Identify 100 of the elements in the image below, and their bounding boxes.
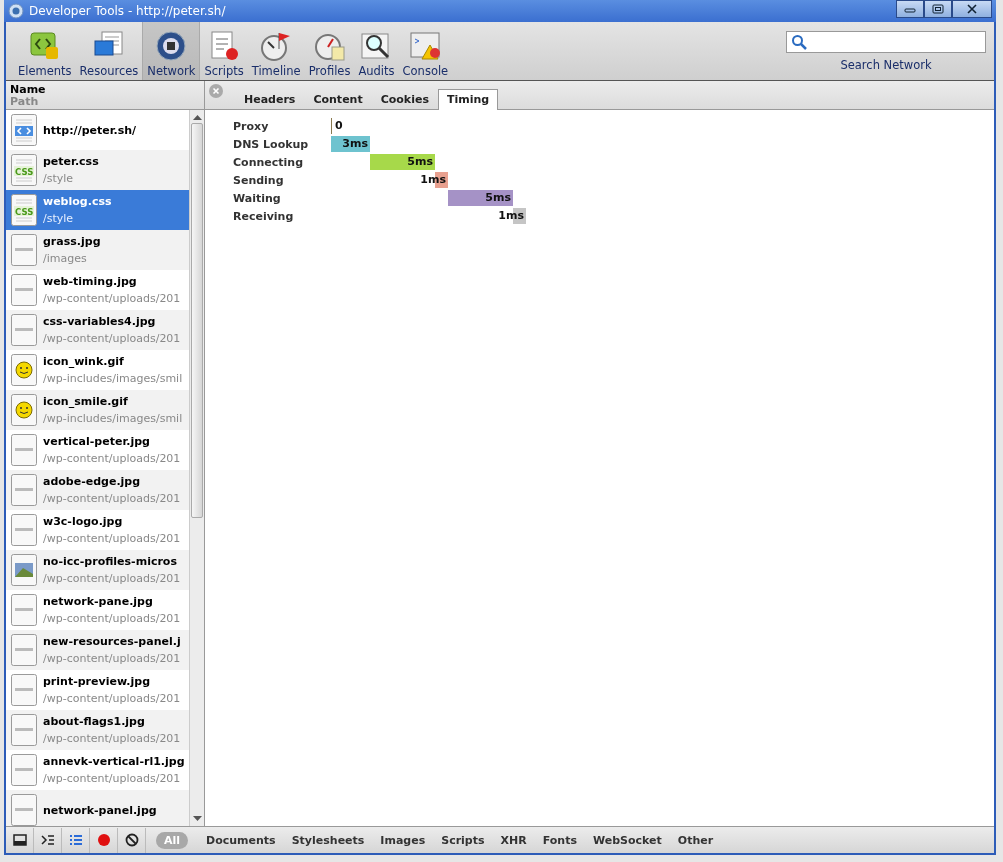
- timing-value: 3ms: [342, 137, 368, 150]
- resource-name: vertical-peter.jpg: [43, 435, 151, 448]
- maximize-button[interactable]: [924, 0, 952, 18]
- panel-tab[interactable]: Timeline: [247, 22, 305, 80]
- image-file-icon: [11, 314, 37, 346]
- filter-button[interactable]: Images: [372, 831, 434, 849]
- resource-path: /wp-content/uploads/201: [43, 572, 181, 585]
- panel-tab[interactable]: Scripts: [200, 22, 248, 80]
- resource-row[interactable]: css-variables4.jpg /wp-content/uploads/201: [6, 310, 189, 350]
- console-icon: [40, 833, 55, 847]
- detail-tab[interactable]: Timing: [437, 89, 499, 110]
- resource-path: /wp-content/uploads/201: [43, 332, 181, 345]
- resource-row[interactable]: CSS weblog.css /style: [6, 190, 189, 230]
- detail-tab[interactable]: Content: [304, 89, 372, 109]
- resource-row[interactable]: new-resources-panel.j /wp-content/uploads/201: [6, 630, 189, 670]
- scroll-down-icon: [192, 816, 202, 822]
- resource-name: network-panel.jpg: [43, 803, 157, 817]
- filter-button[interactable]: XHR: [492, 831, 535, 849]
- timing-value: 1ms: [420, 173, 446, 186]
- resource-name: http://peter.sh/: [43, 123, 137, 137]
- resource-path: /wp-content/uploads/201: [43, 492, 181, 505]
- timing-value: 0: [335, 119, 343, 132]
- resource-name: weblog.css: [43, 195, 112, 208]
- filter-button[interactable]: Other: [669, 831, 722, 849]
- record-icon: [96, 833, 111, 847]
- css-file-icon: CSS: [11, 154, 37, 186]
- image-file-icon: [11, 274, 37, 306]
- globe-icon: [154, 29, 189, 63]
- resource-name: new-resources-panel.j: [43, 635, 181, 648]
- list-icon: [68, 833, 83, 847]
- filter-button[interactable]: WebSocket: [585, 831, 670, 849]
- close-button[interactable]: [952, 0, 992, 18]
- photo-file-icon: [11, 554, 37, 586]
- resource-row[interactable]: CSS peter.css /style: [6, 150, 189, 190]
- maximize-icon: [932, 4, 944, 14]
- panel-tab[interactable]: Console: [398, 22, 453, 80]
- scroll-up-icon: [192, 114, 202, 120]
- filter-button[interactable]: Scripts: [433, 831, 493, 849]
- resource-path: /wp-content/uploads/201: [43, 612, 181, 625]
- image-file-icon: [11, 634, 37, 666]
- resource-name: adobe-edge.jpg: [43, 475, 142, 488]
- resource-name: network-pane.jpg: [43, 595, 154, 608]
- window-title: Developer Tools - http://peter.sh/: [29, 4, 227, 18]
- resource-name: w3c-logo.jpg: [43, 515, 124, 528]
- resource-row[interactable]: grass.jpg /images: [6, 230, 189, 270]
- timing-label: Receiving: [233, 209, 295, 223]
- resource-path: /images: [43, 252, 88, 265]
- filter-button[interactable]: Stylesheets: [283, 831, 373, 849]
- resource-path: /style: [43, 212, 75, 225]
- resource-row[interactable]: icon_smile.gif /wp-includes/images/smil: [6, 390, 189, 430]
- panel-tab[interactable]: Elements: [14, 22, 76, 80]
- resource-row[interactable]: network-panel.jpg: [6, 790, 189, 826]
- detail-tab[interactable]: Headers: [235, 89, 305, 109]
- smiley-file-icon: [11, 394, 37, 426]
- resource-path: /wp-content/uploads/201: [43, 772, 182, 785]
- resource-name: icon_wink.gif: [43, 355, 125, 368]
- search-field[interactable]: [786, 30, 986, 53]
- resource-path: /wp-content/uploads/201: [43, 452, 181, 465]
- detail-tab[interactable]: Cookies: [371, 89, 438, 109]
- panel-tab[interactable]: Resources: [75, 22, 143, 80]
- resource-name: css-variables4.jpg: [43, 315, 157, 328]
- resource-path: /wp-content/uploads/201: [43, 732, 181, 745]
- timing-label: Sending: [233, 173, 285, 187]
- smiley-file-icon: [11, 354, 37, 386]
- resource-row[interactable]: about-flags1.jpg /wp-content/uploads/201: [6, 710, 189, 750]
- column-header[interactable]: Name Path: [6, 81, 204, 110]
- css-file-icon: CSS: [11, 194, 37, 226]
- timing-value: 1ms: [498, 209, 524, 222]
- scrollbar[interactable]: [189, 110, 204, 826]
- timing-label: Connecting: [233, 155, 304, 169]
- timing-value: 5ms: [485, 191, 511, 204]
- resource-name: no-icc-profiles-micros: [43, 555, 178, 568]
- name-heading: Name: [10, 84, 47, 96]
- scroll-thumb[interactable]: [191, 123, 203, 518]
- filter-button[interactable]: Fonts: [534, 831, 585, 849]
- minimize-button[interactable]: [896, 0, 924, 18]
- globe-icon: [8, 3, 24, 19]
- image-file-icon: [11, 514, 37, 546]
- resource-path: /wp-content/uploads/201: [43, 692, 181, 705]
- resource-name: icon_smile.gif: [43, 395, 129, 408]
- resource-path: /wp-includes/images/smil: [43, 372, 183, 385]
- image-file-icon: [11, 754, 37, 786]
- resource-path: /wp-content/uploads/201: [43, 292, 181, 305]
- timing-label: DNS Lookup: [233, 137, 310, 151]
- search-label: Search Network: [840, 57, 932, 72]
- image-file-icon: [11, 714, 37, 746]
- close-icon: [966, 4, 978, 14]
- panel-tab[interactable]: Profiles: [304, 22, 355, 80]
- image-file-icon: [11, 234, 37, 266]
- panel-tab[interactable]: Audits: [354, 22, 399, 80]
- resource-name: about-flags1.jpg: [43, 715, 146, 728]
- html-file-icon: [11, 114, 37, 146]
- filter-button[interactable]: Documents: [198, 831, 284, 849]
- resource-row[interactable]: no-icc-profiles-micros /wp-content/uploads/201: [6, 550, 189, 590]
- image-file-icon: [11, 674, 37, 706]
- console-warning-icon: [408, 29, 443, 63]
- resource-row[interactable]: adobe-edge.jpg /wp-content/uploads/201: [6, 470, 189, 510]
- clear-icon: [124, 833, 139, 847]
- panel-tab[interactable]: Network: [142, 22, 201, 80]
- resource-name: web-timing.jpg: [43, 275, 138, 288]
